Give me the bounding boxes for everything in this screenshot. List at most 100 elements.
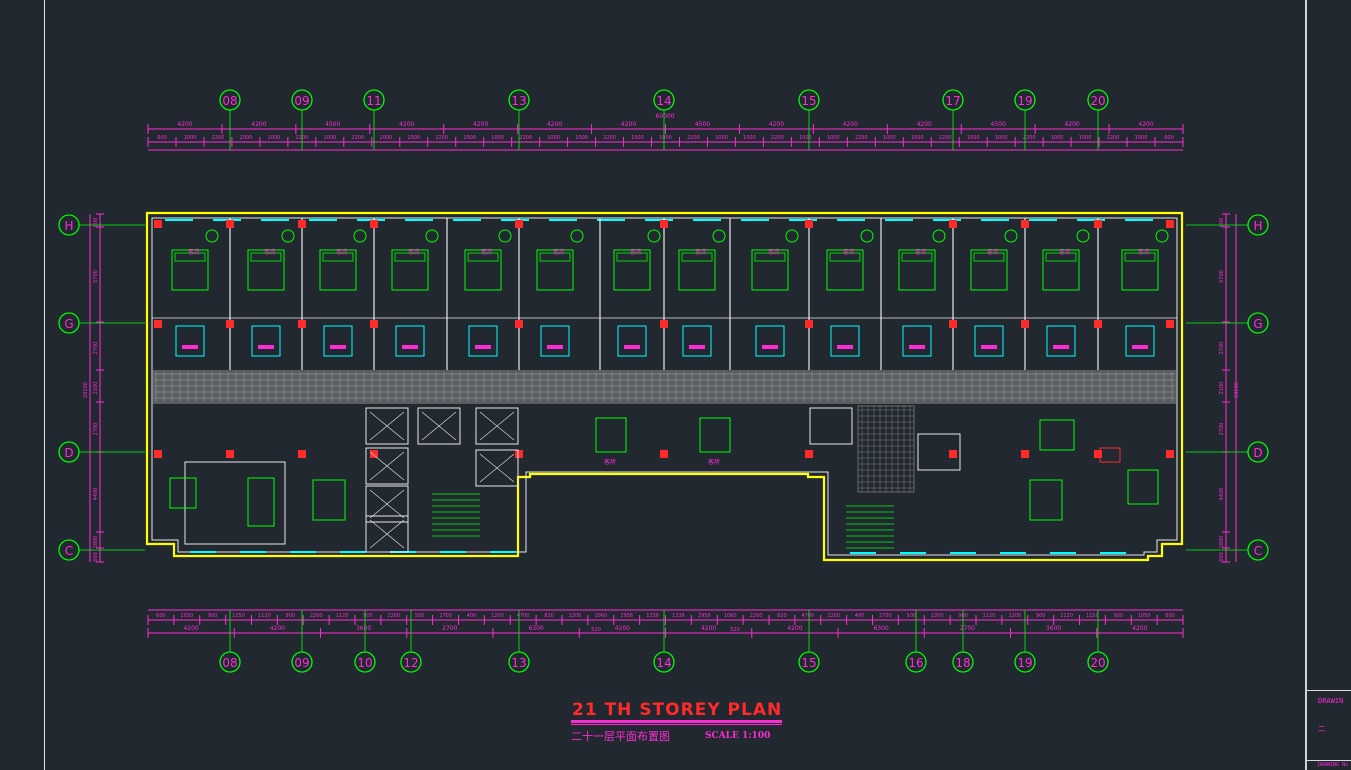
title-block-foot: DRAWING No bbox=[1318, 762, 1349, 768]
bed bbox=[1042, 249, 1080, 291]
chair bbox=[932, 229, 946, 243]
bottom-dim-row1-label: 820 bbox=[777, 613, 787, 619]
right-dim-label: 1800 bbox=[1219, 536, 1225, 549]
bed bbox=[247, 249, 285, 291]
right-dim-label: 4400 bbox=[1219, 488, 1225, 501]
axis-label-top: 11 bbox=[366, 94, 381, 108]
bath-fixture bbox=[909, 345, 925, 349]
bottom-dim-row2-label: 3600 bbox=[356, 625, 371, 632]
axis-label-left: C bbox=[65, 544, 73, 558]
top-dim-row2-label: 1000 bbox=[883, 135, 896, 141]
bottom-dim-row1-label: 1150 bbox=[1086, 613, 1099, 619]
room-label: 客房 bbox=[987, 248, 999, 256]
room-label: 客房 bbox=[481, 248, 493, 256]
bottom-dim-row2-label: 3600 bbox=[1046, 625, 1061, 632]
bath-fixture bbox=[762, 345, 778, 349]
chair bbox=[205, 229, 219, 243]
column bbox=[226, 450, 234, 458]
room-label: 客房 bbox=[553, 248, 565, 256]
title-block-sub: 二 bbox=[1318, 725, 1325, 733]
axis-label-bottom: 08 bbox=[222, 656, 237, 670]
top-dim-row2-label: 1000 bbox=[407, 135, 420, 141]
bed bbox=[826, 249, 864, 291]
bottom-dim-row1-label: 1060 bbox=[594, 613, 607, 619]
axis-label-bottom: 09 bbox=[294, 656, 309, 670]
right-dim-label: 600 bbox=[1219, 552, 1225, 562]
bed bbox=[312, 479, 346, 521]
bottom-dim-row1-label: 500 bbox=[907, 613, 917, 619]
column bbox=[515, 320, 523, 328]
axis-label-left: G bbox=[64, 317, 73, 331]
bottom-dim-row1-label: 2200 bbox=[750, 613, 763, 619]
building-layer: 客房 客房 客房 客房 客房 客房 客房 客房 客房 客房 客房 客房 客房 客房客房 客房 bbox=[145, 211, 1184, 562]
axis-label-bottom: 20 bbox=[1090, 656, 1105, 670]
bed bbox=[595, 417, 627, 453]
top-dim-row1-label: 4200 bbox=[843, 121, 858, 128]
column bbox=[1094, 220, 1102, 228]
bottom-dim-row1-label: 2956 bbox=[698, 613, 711, 619]
column bbox=[515, 450, 523, 458]
column bbox=[1094, 320, 1102, 328]
axis-label-top: 19 bbox=[1017, 94, 1032, 108]
chair bbox=[425, 229, 439, 243]
top-dim-row2-label: 1000 bbox=[379, 135, 392, 141]
suite-living bbox=[184, 461, 286, 545]
bath-fixture bbox=[689, 345, 705, 349]
chair bbox=[281, 229, 295, 243]
bath-fixture bbox=[402, 345, 418, 349]
axis-label-right: G bbox=[1253, 317, 1262, 331]
column bbox=[370, 450, 378, 458]
plan-title-underline-thin bbox=[571, 724, 782, 725]
bottom-dim-row1-label: 2700 bbox=[439, 613, 452, 619]
bed bbox=[970, 249, 1008, 291]
bottom-dim-row1-label: 600 bbox=[156, 613, 166, 619]
bottom-dim-row2-label: 4200 bbox=[701, 625, 716, 632]
top-dim-row2-label: 2200 bbox=[855, 135, 868, 141]
dining-table bbox=[247, 477, 275, 527]
column bbox=[226, 320, 234, 328]
top-dim-row1-label: 4200 bbox=[621, 121, 636, 128]
column bbox=[1021, 220, 1029, 228]
top-dim-row1-label: 4500 bbox=[695, 121, 710, 128]
axis-label-bottom: 18 bbox=[955, 656, 970, 670]
column bbox=[298, 220, 306, 228]
chair bbox=[498, 229, 512, 243]
column bbox=[660, 220, 668, 228]
room-label: 客房 bbox=[768, 248, 780, 256]
column bbox=[805, 220, 813, 228]
bottom-dim-row1-label: 900 bbox=[286, 613, 296, 619]
right-dim-total: 20100 bbox=[1234, 382, 1240, 398]
bottom-dim-row1-label: 900 bbox=[363, 613, 373, 619]
column bbox=[1166, 320, 1174, 328]
room-label: 客房 bbox=[843, 248, 855, 256]
right-dim-label: 2700 bbox=[1219, 342, 1225, 355]
column bbox=[949, 220, 957, 228]
bottom-dim-row2-label: 2700 bbox=[442, 625, 457, 632]
top-dim-row2-label: 1000 bbox=[547, 135, 560, 141]
column bbox=[370, 320, 378, 328]
top-dim-row1-label: 4500 bbox=[991, 121, 1006, 128]
axis-label-right: D bbox=[1253, 446, 1262, 460]
column bbox=[805, 450, 813, 458]
bathtub bbox=[251, 325, 281, 357]
bed bbox=[171, 249, 209, 291]
left-dim-label: 1800 bbox=[93, 536, 99, 549]
axis-label-top: 13 bbox=[511, 94, 526, 108]
bottom-dim-row1-label: 1200 bbox=[491, 613, 504, 619]
column bbox=[154, 320, 162, 328]
plan-subtitle: 二十一层平面布置图 bbox=[571, 730, 670, 743]
bathtub bbox=[974, 325, 1004, 357]
column bbox=[298, 450, 306, 458]
room-label: 客房 bbox=[188, 248, 200, 256]
bath-fixture bbox=[837, 345, 853, 349]
plan-scale: SCALE 1:100 bbox=[705, 731, 771, 741]
bed bbox=[699, 417, 731, 453]
bathtub bbox=[323, 325, 353, 357]
chair bbox=[647, 229, 661, 243]
bottom-dim-row1-label: 400 bbox=[467, 613, 477, 619]
room-label: 客房 bbox=[604, 458, 616, 466]
corridor-floor bbox=[152, 370, 1177, 404]
column bbox=[805, 320, 813, 328]
bottom-dim-row1-label: 2200 bbox=[387, 613, 400, 619]
bottom-dim-row1-label: 1060 bbox=[724, 613, 737, 619]
